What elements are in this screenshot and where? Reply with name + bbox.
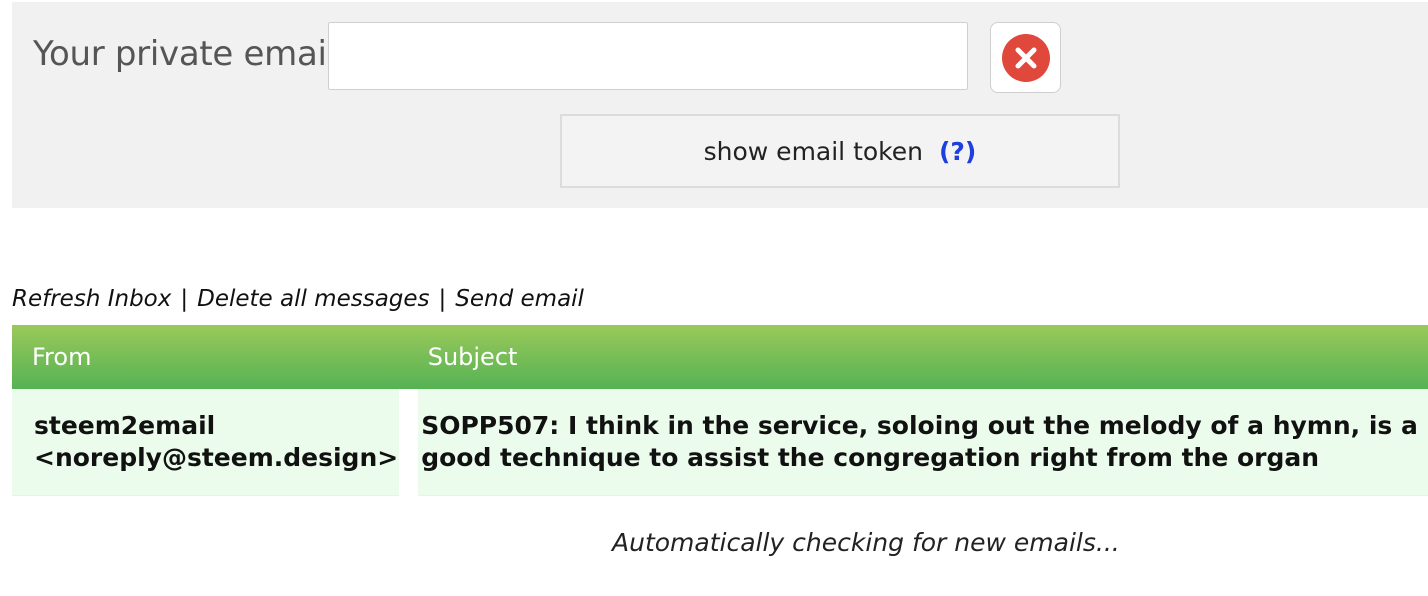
from-address: <noreply@steem.design>	[34, 442, 399, 472]
message-subject: SOPP507: I think in the service, soloing…	[408, 389, 1428, 496]
close-circle-icon	[1001, 33, 1050, 82]
delete-all-link[interactable]: Delete all messages	[197, 286, 429, 312]
inbox-table: From Subject steem2email <noreply@steem.…	[12, 325, 1428, 496]
inbox-actions: Refresh Inbox | Delete all messages | Send e…	[12, 286, 584, 312]
column-header-subject: Subject	[408, 325, 1428, 389]
email-panel: Your private email show email token (?)	[12, 2, 1428, 208]
action-separator: |	[180, 286, 189, 312]
token-help-link[interactable]: (?)	[939, 137, 976, 166]
inbox-header: From Subject	[12, 325, 1428, 389]
show-token-button[interactable]: show email token (?)	[560, 114, 1120, 188]
email-label: Your private email	[33, 34, 336, 74]
email-input[interactable]	[328, 22, 968, 90]
show-token-label: show email token	[703, 136, 923, 166]
auto-check-status: Automatically checking for new emails...	[612, 528, 1120, 557]
action-separator: |	[438, 286, 447, 312]
send-email-link[interactable]: Send email	[455, 286, 584, 312]
column-header-from: From	[12, 325, 409, 389]
clear-email-button[interactable]	[990, 22, 1061, 93]
refresh-inbox-link[interactable]: Refresh Inbox	[12, 286, 171, 312]
inbox-row[interactable]: steem2email <noreply@steem.design> SOPP5…	[12, 389, 1428, 496]
from-name: steem2email	[34, 410, 216, 440]
message-from: steem2email <noreply@steem.design>	[12, 389, 419, 496]
